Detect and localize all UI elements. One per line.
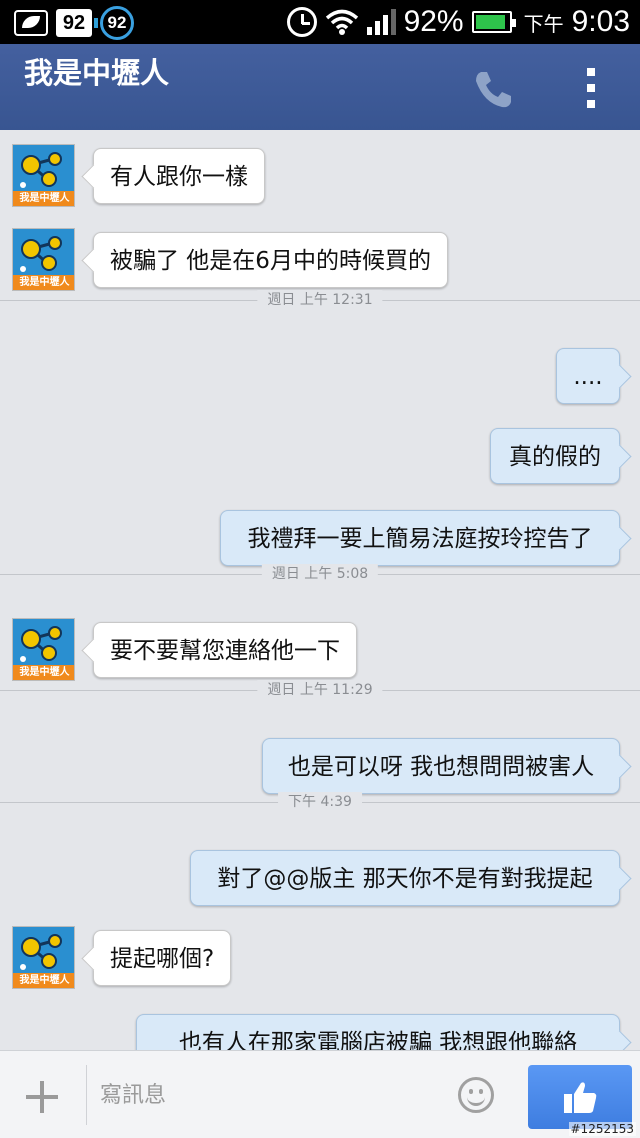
phone-icon[interactable] — [468, 64, 518, 114]
date-divider-label: 週日 上午 12:31 — [257, 290, 383, 310]
outgoing-message: 對了@@版主 那天你不是有對我提起 — [0, 846, 640, 910]
notification-badge: 92 — [56, 9, 98, 37]
message-bubble[interactable]: 我禮拜一要上簡易法庭按玲控告了 — [220, 510, 620, 566]
message-bubble[interactable]: 提起哪個? — [93, 930, 232, 986]
emoji-icon[interactable] — [458, 1077, 494, 1113]
overflow-menu-icon[interactable] — [576, 68, 606, 108]
outgoing-message: 真的假的 — [0, 424, 640, 488]
date-divider: 週日 上午 12:31 — [0, 290, 640, 310]
like-button[interactable] — [528, 1065, 632, 1129]
message-list[interactable]: 我是中壢人 有人跟你一樣 我是中壢人 被騙了 他是在6月中的時候買的 週日 上午 12:… — [0, 130, 640, 1050]
avatar[interactable]: 我是中壢人 — [12, 144, 75, 207]
message-bubble[interactable]: 也是可以呀 我也想問問被害人 — [262, 738, 620, 794]
message-bubble[interactable]: .... — [556, 348, 620, 404]
alarm-icon — [286, 7, 317, 37]
plus-icon[interactable] — [22, 1077, 62, 1117]
date-divider: 週日 上午 11:29 — [0, 680, 640, 700]
date-divider-label: 週日 上午 11:29 — [257, 680, 383, 700]
circle-badge-icon: 92 — [100, 6, 134, 40]
incoming-message: 我是中壢人 被騙了 他是在6月中的時候買的 — [0, 228, 640, 292]
avatar[interactable]: 我是中壢人 — [12, 618, 75, 681]
message-bubble[interactable]: 也有人在那家電腦店被騙 我想跟他聯絡 — [136, 1014, 620, 1050]
date-divider-label: 週日 上午 5:08 — [261, 564, 379, 584]
message-bubble[interactable]: 被騙了 他是在6月中的時候買的 — [93, 232, 448, 288]
avatar-brand-text: 我是中壢人 — [13, 191, 74, 206]
outgoing-message: 我禮拜一要上簡易法庭按玲控告了 — [0, 506, 640, 570]
outgoing-message: 也是可以呀 我也想問問被害人 — [0, 734, 640, 798]
date-divider: 週日 上午 5:08 — [0, 564, 640, 584]
incoming-message: 我是中壢人 提起哪個? — [0, 926, 640, 990]
outgoing-message: 也有人在那家電腦店被騙 我想跟他聯絡 — [0, 1010, 640, 1050]
incoming-message: 我是中壢人 有人跟你一樣 — [0, 144, 640, 208]
composer-divider — [86, 1065, 87, 1125]
conversation-title: 我是中壢人 — [24, 56, 170, 90]
battery-icon — [471, 11, 516, 33]
avatar-brand-text: 我是中壢人 — [13, 275, 74, 290]
conversation-header: 我是中壢人 — [0, 44, 640, 130]
outgoing-message: .... — [0, 344, 640, 408]
date-divider: 下午 4:39 — [0, 792, 640, 812]
avatar-brand-text: 我是中壢人 — [13, 665, 74, 680]
message-input[interactable] — [100, 1073, 440, 1117]
status-bar: 92 92 92% 下午 9:03 — [0, 0, 640, 44]
message-bubble[interactable]: 要不要幫您連絡他一下 — [93, 622, 357, 678]
avatar[interactable]: 我是中壢人 — [12, 228, 75, 291]
message-bubble[interactable]: 真的假的 — [490, 428, 620, 484]
signal-icon — [366, 9, 396, 35]
composer-bar: #1252153 — [0, 1050, 640, 1138]
wifi-icon — [325, 9, 358, 35]
avatar-brand-text: 我是中壢人 — [13, 973, 74, 988]
message-bubble[interactable]: 對了@@版主 那天你不是有對我提起 — [190, 850, 620, 906]
thumbs-up-icon — [564, 1082, 597, 1113]
incoming-message: 我是中壢人 要不要幫您連絡他一下 — [0, 618, 640, 682]
battery-percent: 92% — [403, 5, 464, 38]
clock-ampm: 下午 — [523, 11, 564, 36]
image-watermark: #1252153 — [568, 1122, 636, 1136]
message-bubble[interactable]: 有人跟你一樣 — [93, 148, 265, 204]
leaf-notification-icon — [14, 10, 48, 36]
date-divider-label: 下午 4:39 — [278, 792, 362, 812]
avatar[interactable]: 我是中壢人 — [12, 926, 75, 989]
clock-time: 9:03 — [571, 5, 630, 38]
